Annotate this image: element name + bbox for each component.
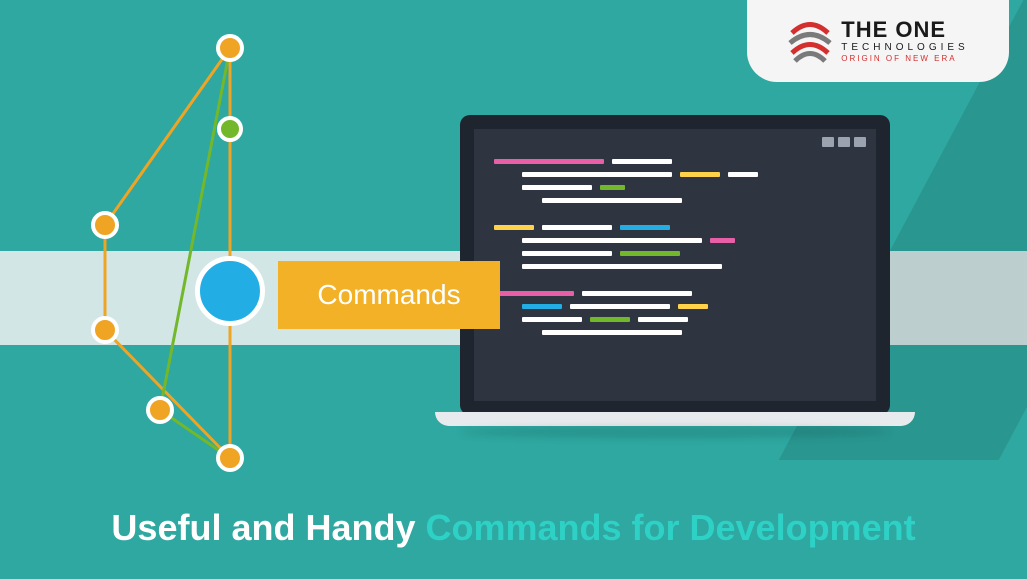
maximize-icon [838,137,850,147]
logo-tagline: ORIGIN OF NEW ERA [841,55,968,63]
graph-node-left-lower [91,316,119,344]
close-icon [854,137,866,147]
network-graph [60,30,340,470]
graph-node-top [216,34,244,62]
laptop-illustration [435,115,915,460]
graph-node-center [195,256,265,326]
logo-subtitle: TECHNOLOGIES [841,43,968,53]
graph-node-bottom [216,444,244,472]
commands-label: Commands [278,261,500,329]
graph-node-left-upper [91,211,119,239]
headline: Useful and Handy Commands for Developmen… [0,507,1027,549]
laptop-base [435,412,915,426]
minimize-icon [822,137,834,147]
logo-globe-icon [787,18,833,64]
window-controls [822,137,866,147]
headline-part2: Commands for Development [425,507,915,548]
code-editor-content [494,159,856,343]
graph-node-green [217,116,243,142]
logo-title: THE ONE [841,19,968,41]
headline-part1: Useful and Handy [111,507,425,548]
logo-card: THE ONE TECHNOLOGIES ORIGIN OF NEW ERA [747,0,1009,82]
graph-node-bottom-left [146,396,174,424]
laptop-shadow [460,426,890,438]
laptop-screen [460,115,890,415]
